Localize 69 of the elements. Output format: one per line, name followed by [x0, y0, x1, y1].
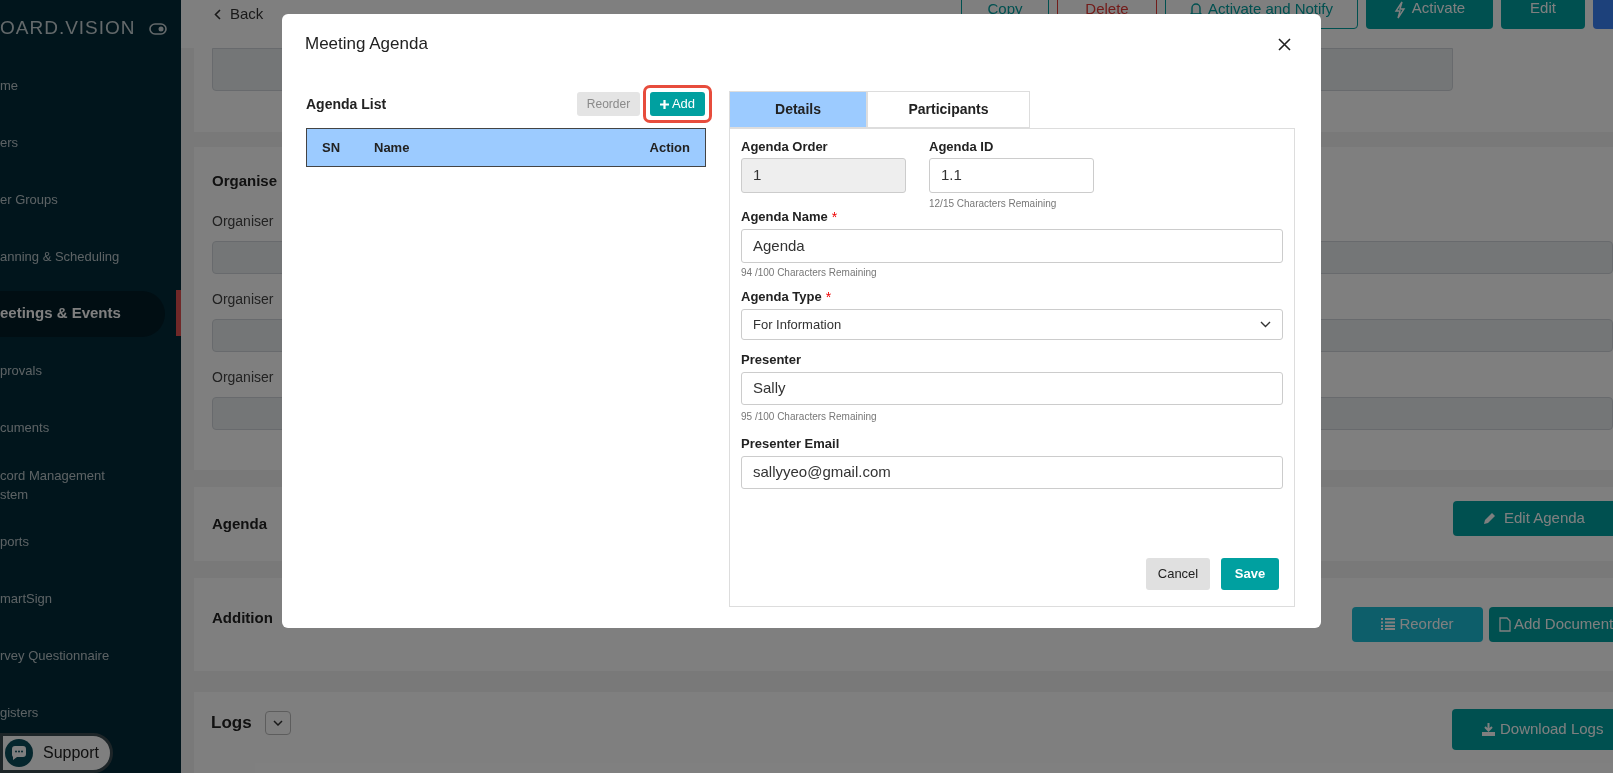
field-label: Agenda Type — [741, 288, 822, 307]
select-field[interactable]: For Information — [741, 309, 1283, 340]
list-title: Agenda List — [306, 94, 387, 114]
file-icon — [1499, 616, 1511, 632]
chevron-left-icon — [214, 9, 221, 20]
section-title: Addition — [212, 608, 273, 629]
dropdown-button[interactable] — [264, 711, 291, 735]
field-label: Agenda ID — [929, 138, 994, 157]
section-button[interactable]: Add Document — [1489, 606, 1613, 642]
plus-icon — [659, 99, 669, 109]
input-field[interactable]: Agenda — [741, 229, 1283, 263]
field-label: Presenter — [741, 351, 801, 370]
sidebar-item[interactable]: martSign — [0, 589, 128, 608]
active-indicator — [176, 290, 181, 336]
section-button[interactable]: Reorder — [1352, 606, 1483, 642]
chevron-down-icon — [272, 720, 283, 726]
sidebar-item[interactable]: cuments — [0, 418, 128, 437]
sidebar-item[interactable]: ers — [0, 133, 128, 152]
required-mark: * — [831, 209, 838, 225]
hint-text: 95 /100 Characters Remaining — [741, 411, 877, 423]
hint-text: 94 /100 Characters Remaining — [741, 267, 877, 279]
sidebar-item[interactable]: anning & Scheduling — [0, 247, 128, 266]
sidebar-item[interactable]: gisters — [0, 703, 128, 722]
required-mark: * — [825, 289, 832, 305]
sidebar-item[interactable]: rvey Questionnaire — [0, 646, 128, 665]
field-label: Agenda Name — [741, 208, 828, 227]
field-label: Agenda Order — [741, 138, 828, 157]
input-field[interactable]: Sally — [741, 372, 1283, 405]
sidebar-item[interactable]: cord Management stem — [0, 465, 128, 504]
sidebar-item[interactable]: provals — [0, 361, 128, 380]
pencil-icon — [1483, 511, 1496, 525]
chat-icon — [5, 739, 33, 767]
brand-logo: OARD.VISION — [0, 16, 136, 41]
field-label: Organiser — [212, 290, 274, 307]
edit-agenda-button[interactable]: Edit Agenda — [1453, 500, 1613, 536]
cancel-button[interactable]: Cancel — [1146, 558, 1210, 590]
add-button[interactable]: Add — [650, 92, 705, 116]
section-title: Logs — [211, 712, 252, 735]
close-icon — [1277, 37, 1291, 51]
support-button[interactable]: Support — [0, 733, 113, 773]
lightning-icon — [1393, 1, 1406, 19]
column-header: SN — [322, 139, 341, 155]
sidebar-item[interactable]: ports — [0, 532, 128, 551]
hint-text: 12/15 Characters Remaining — [929, 198, 1057, 210]
chevron-down-icon — [1260, 321, 1271, 328]
section-title: Agenda — [212, 513, 267, 534]
download-icon — [1482, 723, 1495, 736]
save-button[interactable]: Save — [1221, 558, 1279, 590]
input-field[interactable]: 1.1 — [929, 158, 1094, 193]
input-field[interactable]: sallyyeo@gmail.com — [741, 456, 1283, 489]
tab[interactable]: Participants — [867, 91, 1030, 128]
close-button[interactable] — [1275, 35, 1293, 53]
modal-title: Meeting Agenda — [305, 33, 428, 56]
sidebar-item[interactable]: me — [0, 76, 128, 95]
sidebar-item[interactable]: eetings & Events — [0, 290, 165, 337]
download-logs-button[interactable]: Download Logs — [1452, 709, 1613, 750]
header-button[interactable]: Edit — [1501, 0, 1585, 29]
field-label: Organiser — [212, 212, 274, 229]
tab[interactable]: Details — [729, 91, 867, 128]
header-button[interactable]: Activate — [1366, 0, 1493, 29]
field-label: Presenter Email — [741, 435, 840, 454]
toggle-icon — [149, 22, 167, 35]
list-icon — [1381, 618, 1396, 630]
back-link[interactable]: Back — [181, 0, 264, 26]
field-label: Organiser — [212, 368, 274, 385]
column-header: Name — [374, 139, 410, 155]
sidebar-item[interactable]: er Groups — [0, 190, 128, 209]
section-title: Organise — [212, 171, 278, 191]
column-header: Action — [649, 139, 690, 155]
